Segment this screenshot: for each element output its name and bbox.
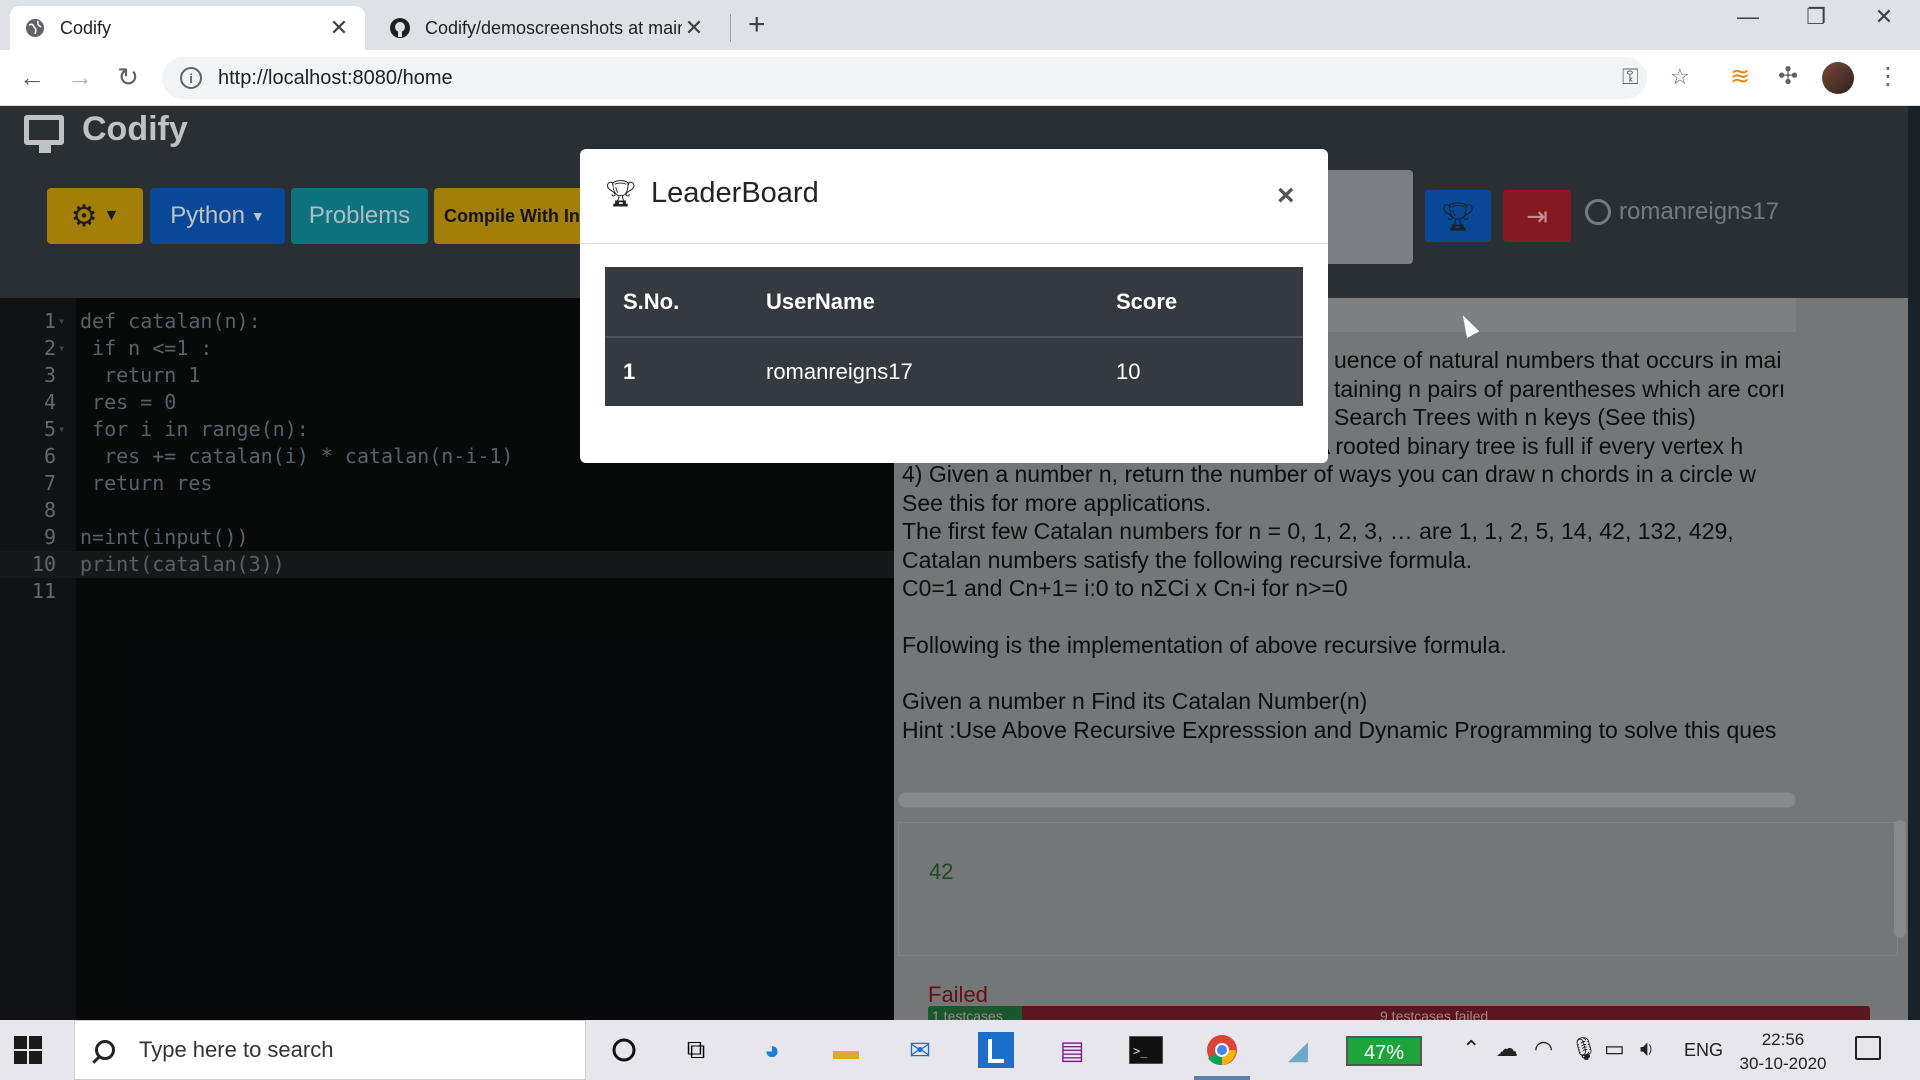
modal-title-text: LeaderBoard <box>651 177 819 209</box>
back-arrow-icon[interactable]: ← <box>16 62 48 93</box>
column-header[interactable]: UserName <box>748 267 1098 338</box>
reload-icon[interactable]: ↻ <box>112 62 144 93</box>
active-app-indicator <box>1194 1076 1250 1080</box>
edge-icon[interactable]: ◕ <box>752 1032 792 1068</box>
tab-codify[interactable]: Codify ✕ <box>10 6 365 50</box>
extension-icon[interactable]: ≋ <box>1730 62 1750 91</box>
cell-sno: 1 <box>623 359 636 384</box>
notifications-icon[interactable] <box>1855 1036 1881 1060</box>
task-view-icon[interactable]: ⧉ <box>676 1032 716 1068</box>
new-tab-button[interactable]: + <box>748 8 766 42</box>
clock-date: 30-10-2020 <box>1739 1054 1827 1073</box>
maximize-button[interactable]: ❐ <box>1788 4 1844 30</box>
profile-avatar[interactable] <box>1822 62 1854 94</box>
svg-text:>_: >_ <box>1133 1044 1148 1058</box>
l-app-icon[interactable] <box>976 1032 1016 1068</box>
cell-score: 10 <box>1116 359 1141 384</box>
modal-header: 🏆︎ LeaderBoard × <box>580 149 1328 244</box>
file-explorer-icon[interactable]: ▬ <box>826 1032 866 1068</box>
app-page: Codify ⚙ ▼ Python ▼ Problems Compile With … <box>0 106 1920 1020</box>
leaderboard-modal: 🏆︎ LeaderBoard × S.No. UserName Score 1 … <box>580 149 1328 463</box>
table-header-row: S.No. UserName Score <box>605 267 1303 338</box>
column-header[interactable]: S.No. <box>605 267 748 338</box>
battery-indicator[interactable]: 47% <box>1346 1036 1422 1066</box>
language-indicator[interactable]: ENG <box>1684 1040 1723 1061</box>
globe-icon <box>24 17 46 39</box>
forward-arrow-icon[interactable]: → <box>64 62 96 93</box>
windows-taskbar: Type here to search ⧉ ◕ ▬ ✉ ▤ >_ ◢ 47% ⌃… <box>0 1020 1920 1080</box>
browser-tab-bar: Codify ✕ Codify/demoscreenshots at main … <box>0 0 1920 50</box>
search-placeholder: Type here to search <box>139 1037 334 1062</box>
search-icon <box>95 1040 115 1060</box>
address-bar-row: ← → ↻ i http://localhost:8080/home ⚿ ☆ ≋… <box>0 50 1920 106</box>
mail-icon[interactable]: ✉ <box>900 1032 940 1068</box>
tab-close-icon[interactable]: ✕ <box>327 15 351 41</box>
minimize-button[interactable]: — <box>1720 4 1776 30</box>
site-info-icon[interactable]: i <box>180 67 202 89</box>
table-row: 1 romanreigns17 10 <box>605 337 1303 406</box>
tab-title: Codify/demoscreenshots at main <box>425 17 682 38</box>
volume-icon[interactable]: 🔉︎ <box>1640 1036 1654 1062</box>
menu-icon[interactable]: ⋮ <box>1876 62 1900 91</box>
microphone-icon[interactable]: 🎙︎ <box>1570 1036 1598 1062</box>
modal-title: 🏆︎ LeaderBoard <box>604 177 819 210</box>
terminal-icon[interactable]: >_ <box>1126 1032 1166 1068</box>
star-icon[interactable]: ☆ <box>1670 64 1690 90</box>
tab-github[interactable]: Codify/demoscreenshots at main ✕ <box>375 6 720 50</box>
cortana-icon[interactable] <box>604 1032 644 1068</box>
wifi-icon[interactable]: ◠ <box>1534 1036 1553 1062</box>
url-text: http://localhost:8080/home <box>218 66 453 89</box>
battery-icon[interactable]: ▭ <box>1604 1036 1625 1062</box>
chevron-up-icon[interactable]: ⌃ <box>1462 1036 1480 1062</box>
onedrive-icon[interactable]: ☁ <box>1496 1036 1518 1062</box>
clock[interactable]: 22:56 30-10-2020 <box>1738 1028 1828 1076</box>
key-icon[interactable]: ⚿ <box>1622 64 1639 90</box>
close-window-button[interactable]: ✕ <box>1856 4 1912 30</box>
winrar-icon[interactable]: ▤ <box>1052 1032 1092 1068</box>
github-icon <box>389 17 411 39</box>
tab-close-icon[interactable]: ✕ <box>682 15 706 41</box>
windows-start-icon[interactable] <box>14 1036 42 1064</box>
clock-time: 22:56 <box>1761 1030 1805 1049</box>
trophy-icon: 🏆︎ <box>604 178 638 208</box>
puzzle-icon[interactable]: ✣ <box>1778 62 1798 91</box>
chrome-icon[interactable] <box>1202 1032 1242 1068</box>
tab-title: Codify <box>60 17 112 38</box>
cell-username: romanreigns17 <box>766 359 913 384</box>
taskbar-search[interactable]: Type here to search <box>74 1020 586 1080</box>
snip-icon[interactable]: ◢ <box>1278 1032 1318 1068</box>
column-header[interactable]: Score <box>1098 267 1303 338</box>
tab-separator <box>730 14 731 42</box>
url-field[interactable]: i http://localhost:8080/home <box>162 57 1647 99</box>
close-modal-button[interactable]: × <box>1277 179 1295 213</box>
leaderboard-table: S.No. UserName Score 1 romanreigns17 10 <box>605 267 1303 406</box>
